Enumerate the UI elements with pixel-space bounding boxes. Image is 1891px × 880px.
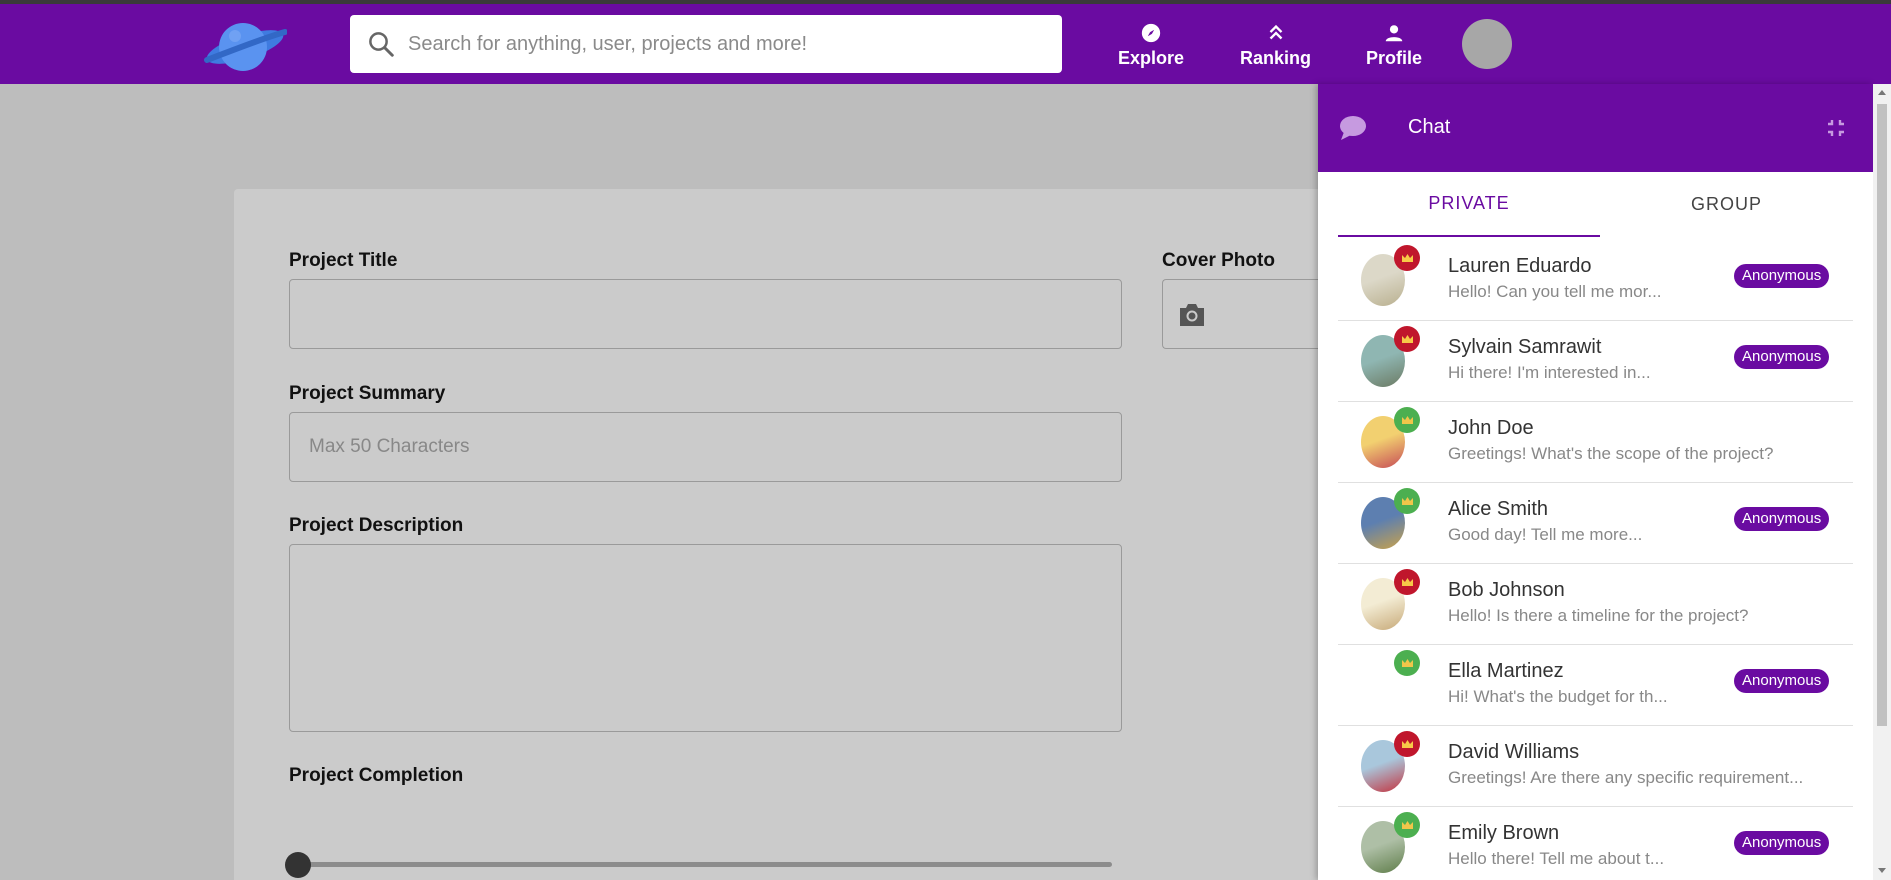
status-badge	[1394, 650, 1420, 676]
nav-explore[interactable]: Explore	[1118, 22, 1184, 69]
project-description-textarea[interactable]	[289, 544, 1122, 732]
scroll-down-arrow-icon[interactable]	[1878, 868, 1886, 873]
status-badge	[1394, 812, 1420, 838]
collapse-icon[interactable]	[1826, 118, 1846, 138]
status-badge	[1394, 407, 1420, 433]
status-badge	[1394, 569, 1420, 595]
crown-icon	[1401, 497, 1413, 505]
chat-conversation-item[interactable]: David Williams Greetings! Are there any s…	[1338, 726, 1853, 807]
chat-conversation-item[interactable]: Alice Smith Good day! Tell me more... Anon…	[1338, 483, 1853, 564]
message-preview: Hi there! I'm interested in...	[1448, 363, 1651, 382]
message-preview: Hello! Is there a timeline for the proje…	[1448, 606, 1749, 625]
crown-icon	[1401, 740, 1413, 748]
status-badge	[1394, 488, 1420, 514]
contact-name: Bob Johnson	[1448, 579, 1565, 601]
cover-photo-upload[interactable]	[1162, 279, 1322, 349]
person-icon	[1385, 25, 1403, 42]
contact-name: Alice Smith	[1448, 498, 1549, 520]
message-preview: Greetings! Are there any specific requir…	[1448, 768, 1804, 787]
crown-icon	[1401, 254, 1413, 262]
chat-conversation-item[interactable]: Ella Martinez Hi! What's the budget for t…	[1338, 645, 1853, 726]
chat-header: Chat	[1318, 84, 1873, 172]
chat-bubble-icon	[1340, 116, 1366, 140]
compass-icon	[1141, 23, 1161, 43]
nav-profile-label: Profile	[1366, 48, 1423, 68]
message-preview: Hi! What's the budget for th...	[1448, 687, 1668, 706]
chat-list: Lauren Eduardo Hello! Can you tell me mor…	[1338, 240, 1853, 880]
chat-conversation-item[interactable]: Bob Johnson Hello! Is there a timeline fo…	[1338, 564, 1853, 645]
search-bar[interactable]	[350, 15, 1062, 73]
scrollbar-thumb[interactable]	[1877, 104, 1887, 726]
anonymous-badge: Anonymous	[1734, 831, 1830, 855]
planet-logo-icon[interactable]	[203, 18, 287, 76]
chat-tabs: PRIVATE GROUP	[1338, 172, 1853, 237]
project-title-input[interactable]	[289, 279, 1122, 349]
chat-conversation-item[interactable]: John Doe Greetings! What's the scope of t…	[1338, 402, 1853, 483]
status-badge	[1394, 245, 1420, 271]
chat-conversation-item[interactable]: Sylvain Samrawit Hi there! I'm interested…	[1338, 321, 1853, 402]
project-summary-label: Project Summary	[289, 383, 446, 404]
app-header: Explore Ranking Profile	[0, 4, 1891, 84]
search-icon	[369, 32, 394, 57]
chevrons-up-icon	[1269, 24, 1282, 40]
project-description-label: Project Description	[289, 515, 464, 536]
nav-profile[interactable]: Profile	[1366, 22, 1422, 69]
contact-name: Emily Brown	[1448, 822, 1560, 844]
overlay-backdrop	[0, 84, 1318, 189]
contact-name: John Doe	[1448, 417, 1534, 439]
anonymous-badge: Anonymous	[1734, 264, 1830, 288]
contact-name: David Williams	[1448, 741, 1580, 763]
contact-name: Lauren Eduardo	[1448, 255, 1592, 277]
crown-icon	[1401, 659, 1413, 667]
chat-title: Chat	[1408, 116, 1451, 138]
nav-ranking[interactable]: Ranking	[1240, 22, 1311, 69]
scroll-up-arrow-icon[interactable]	[1878, 90, 1886, 95]
message-preview: Greetings! What's the scope of the proje…	[1448, 444, 1774, 463]
message-preview: Hello! Can you tell me mor...	[1448, 282, 1662, 301]
message-preview: Hello there! Tell me about t...	[1448, 849, 1665, 868]
anonymous-badge: Anonymous	[1734, 345, 1830, 369]
camera-icon	[1180, 304, 1204, 326]
project-completion-slider-thumb[interactable]	[285, 852, 311, 878]
tab-private[interactable]: PRIVATE	[1338, 172, 1600, 237]
crown-icon	[1401, 821, 1413, 829]
message-preview: Good day! Tell me more...	[1448, 525, 1643, 544]
search-input[interactable]	[408, 32, 1008, 56]
contact-name: Ella Martinez	[1448, 660, 1564, 682]
crown-icon	[1401, 335, 1413, 343]
nav-explore-label: Explore	[1118, 48, 1185, 68]
status-badge	[1394, 731, 1420, 757]
contact-name: Sylvain Samrawit	[1448, 336, 1602, 358]
chat-panel: Chat PRIVATE GROUP Lauren Eduardo Hello! …	[1318, 84, 1873, 880]
project-title-label: Project Title	[289, 250, 398, 271]
status-badge	[1394, 326, 1420, 352]
crown-icon	[1401, 578, 1413, 586]
chat-conversation-item[interactable]: Lauren Eduardo Hello! Can you tell me mor…	[1338, 240, 1853, 321]
project-completion-slider-track[interactable]	[298, 862, 1112, 867]
anonymous-badge: Anonymous	[1734, 669, 1830, 693]
crown-icon	[1401, 416, 1413, 424]
nav-ranking-label: Ranking	[1240, 48, 1312, 68]
project-summary-input[interactable]	[289, 412, 1122, 482]
chat-scrollbar[interactable]	[1873, 84, 1891, 880]
cover-photo-label: Cover Photo	[1162, 250, 1275, 271]
anonymous-badge: Anonymous	[1734, 507, 1830, 531]
project-completion-label: Project Completion	[289, 765, 464, 786]
chat-conversation-item[interactable]: Emily Brown Hello there! Tell me about t.…	[1338, 807, 1853, 880]
tab-group[interactable]: GROUP	[1600, 172, 1853, 237]
user-avatar[interactable]	[1462, 19, 1512, 69]
